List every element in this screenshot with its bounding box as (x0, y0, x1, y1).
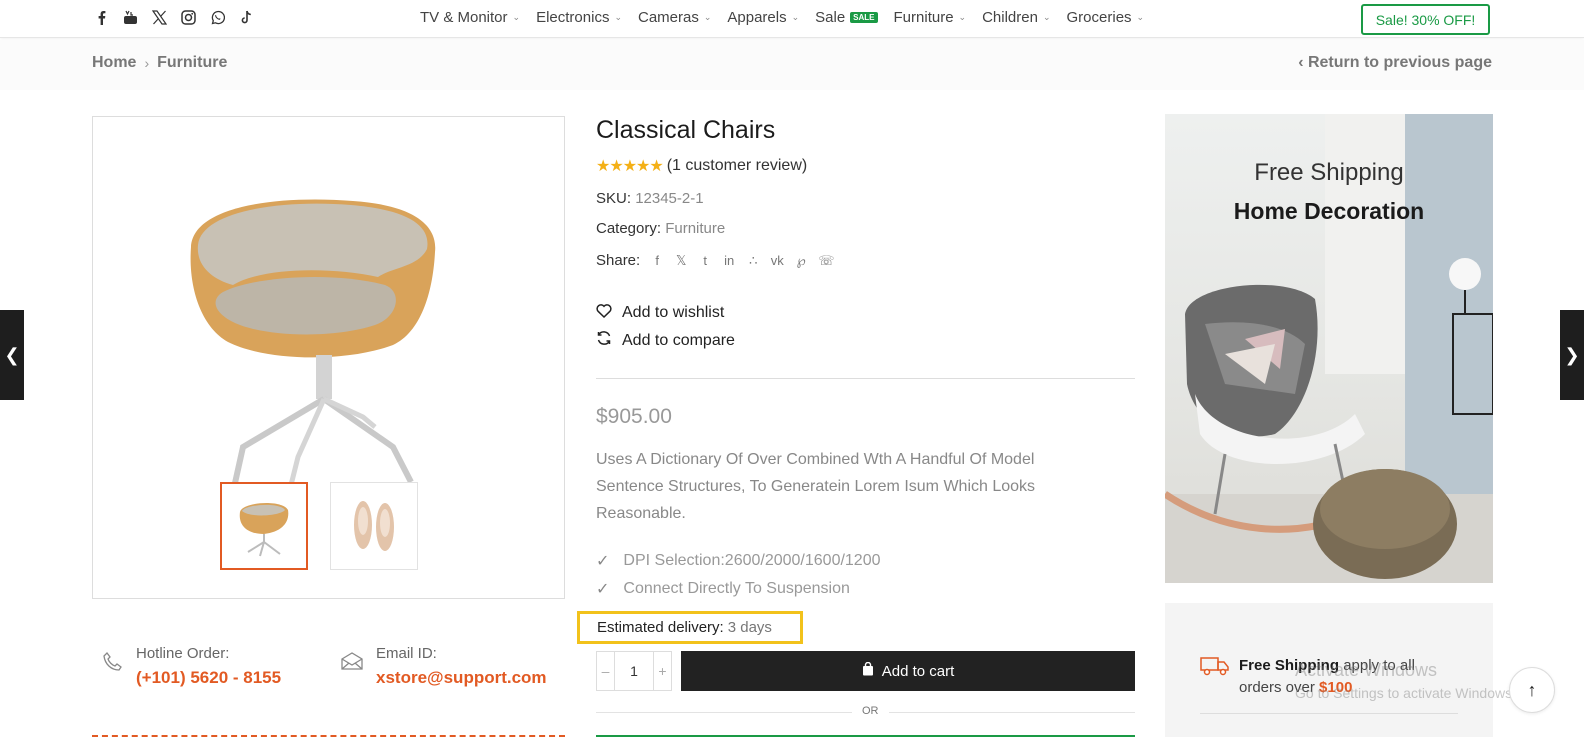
whatsapp-icon[interactable] (209, 8, 225, 26)
quantity-increase-button[interactable]: + (652, 652, 671, 690)
facebook-icon[interactable]: f (650, 253, 664, 268)
review-count-link[interactable]: (1 customer review) (667, 157, 807, 175)
hotline-number[interactable]: (+101) 5620 - 8155 (136, 668, 281, 688)
thumbnail-shoes-image (354, 501, 394, 551)
breadcrumb: Home › Furniture (92, 54, 227, 72)
menu-item-apparels[interactable]: Apparels ⌄ (727, 9, 799, 26)
promo-banner[interactable]: Free Shipping Home Decoration (1165, 114, 1493, 583)
scroll-to-top-button[interactable]: ↑ (1509, 667, 1555, 713)
category-link[interactable]: Furniture (665, 220, 725, 237)
product-gallery[interactable] (92, 116, 565, 599)
quantity-input[interactable]: 1 (630, 663, 638, 679)
chevron-left-icon: ❮ (4, 344, 20, 365)
menu-item-tv-monitor[interactable]: TV & Monitor ⌄ (420, 9, 520, 26)
star-rating-icon: ★★★★★ (596, 158, 664, 175)
vk-icon[interactable]: vk (770, 253, 784, 268)
social-links (93, 8, 254, 26)
houzz-icon[interactable]: ∴ (746, 253, 760, 269)
banner-line-1: Free Shipping (1254, 159, 1404, 186)
chevron-down-icon: ⌄ (791, 12, 800, 22)
share-row: Share: f 𝕏 t in ∴ vk ℘ ☏ (596, 252, 835, 269)
next-product-arrow[interactable]: ❯ (1560, 310, 1584, 400)
product-sku: SKU: 12345-2-1 (596, 190, 704, 207)
promo-sale-button[interactable]: Sale! 30% OFF! (1361, 4, 1490, 35)
thumbnail-chair[interactable] (220, 482, 308, 570)
sale-badge: SALE (850, 12, 878, 23)
menu-item-children[interactable]: Children ⌄ (982, 9, 1050, 26)
chevron-right-icon: ❯ (1564, 344, 1580, 365)
add-to-cart-button[interactable]: Add to cart (681, 651, 1135, 691)
quantity-decrease-button[interactable]: – (597, 652, 615, 690)
menu-item-groceries[interactable]: Groceries ⌄ (1067, 9, 1145, 26)
breadcrumb-bar: Home › Furniture ‹ Return to previous pa… (0, 40, 1584, 90)
prev-product-arrow[interactable]: ❮ (0, 310, 24, 400)
main-menu: TV & Monitor ⌄ Electronics ⌄ Cameras ⌄ Appa… (420, 9, 1144, 26)
hotline-order: Hotline Order: (+101) 5620 - 8155 (102, 645, 281, 688)
email-contact: Email ID: xstore@support.com (340, 645, 547, 688)
chevron-down-icon: ⌄ (1042, 12, 1051, 22)
youtube-icon[interactable] (122, 8, 138, 26)
product-title: Classical Chairs (596, 116, 776, 144)
or-separator: OR (852, 705, 889, 717)
chevron-right-icon: › (144, 55, 150, 71)
whatsapp-icon[interactable]: ☏ (818, 253, 834, 269)
x-icon[interactable] (151, 8, 167, 26)
check-icon: ✓ (596, 553, 610, 570)
estimated-delivery: Estimated delivery: 3 days (577, 611, 803, 644)
product-rating: ★★★★★ (1 customer review) (596, 156, 807, 176)
check-icon: ✓ (596, 581, 610, 598)
chevron-down-icon: ⌄ (1136, 12, 1145, 22)
envelope-icon (340, 651, 364, 688)
feature-item: ✓ Connect Directly To Suspension (596, 580, 850, 598)
product-description: Uses A Dictionary Of Over Combined Wth A… (596, 451, 1036, 522)
top-navbar: TV & Monitor ⌄ Electronics ⌄ Cameras ⌄ Appa… (0, 0, 1584, 38)
return-previous-link[interactable]: ‹ Return to previous page (1298, 54, 1492, 72)
chevron-left-icon: ‹ (1298, 54, 1304, 71)
divider (1200, 713, 1458, 714)
arrow-up-icon: ↑ (1527, 679, 1537, 700)
heart-icon (596, 303, 612, 323)
chevron-down-icon: ⌄ (703, 12, 712, 22)
menu-item-electronics[interactable]: Electronics ⌄ (536, 9, 622, 26)
compare-icon (596, 330, 612, 351)
divider (596, 378, 1135, 379)
tumblr-icon[interactable]: t (698, 253, 712, 268)
instagram-icon[interactable] (180, 8, 196, 26)
phone-icon (102, 651, 124, 688)
add-to-wishlist-button[interactable]: Add to wishlist (596, 303, 724, 323)
breadcrumb-current[interactable]: Furniture (157, 54, 227, 72)
tiktok-icon[interactable] (238, 8, 254, 26)
product-price: $905.00 (596, 405, 672, 428)
product-image-chair (190, 199, 436, 493)
pinterest-icon[interactable]: ℘ (794, 253, 808, 269)
chevron-down-icon: ⌄ (614, 12, 622, 22)
thumbnail-chair-image (239, 503, 289, 557)
linkedin-icon[interactable]: in (722, 253, 736, 268)
x-icon[interactable]: 𝕏 (674, 253, 688, 269)
feature-item: ✓ DPI Selection:2600/2000/1600/1200 (596, 552, 881, 570)
banner-line-2: Home Decoration (1233, 198, 1425, 224)
menu-item-furniture[interactable]: Furniture ⌄ (894, 9, 967, 26)
chevron-down-icon: ⌄ (512, 12, 521, 22)
truck-icon (1200, 655, 1230, 683)
facebook-icon[interactable] (93, 8, 109, 26)
breadcrumb-home[interactable]: Home (92, 54, 136, 72)
thumbnail-shoes[interactable] (330, 482, 418, 570)
chevron-down-icon: ⌄ (958, 12, 967, 22)
add-to-compare-button[interactable]: Add to compare (596, 330, 735, 351)
quantity-stepper: – 1 + (596, 651, 672, 691)
windows-activation-watermark: Activate Windows Go to Settings to activ… (1295, 660, 1516, 701)
shopping-bag-icon (862, 661, 874, 680)
product-category: Category: Furniture (596, 220, 726, 237)
email-address[interactable]: xstore@support.com (376, 668, 547, 688)
menu-item-cameras[interactable]: Cameras ⌄ (638, 9, 711, 26)
menu-item-sale[interactable]: Sale SALE (815, 9, 878, 26)
